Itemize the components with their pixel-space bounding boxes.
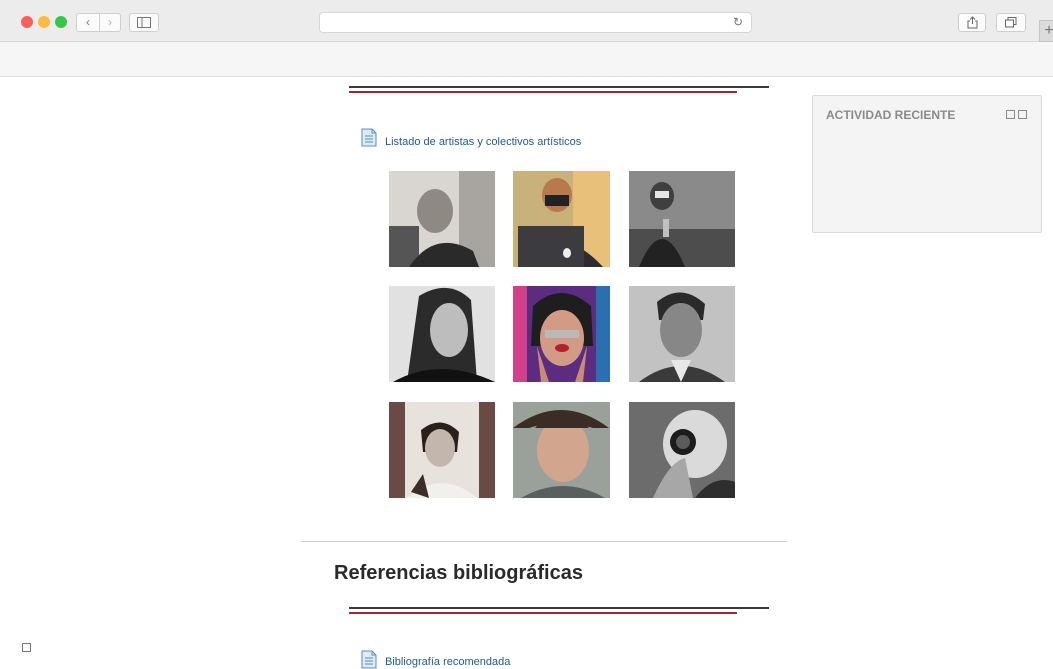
chevron-right-icon: › bbox=[108, 15, 112, 29]
share-button[interactable] bbox=[958, 13, 986, 32]
dock-block-icon[interactable] bbox=[1018, 110, 1027, 119]
artist-photo[interactable] bbox=[513, 171, 610, 267]
bibliography-heading: Referencias bibliográficas bbox=[334, 562, 583, 584]
artist-photo[interactable] bbox=[629, 171, 735, 267]
section-divider-bottom bbox=[349, 607, 769, 614]
plus-icon: + bbox=[1044, 22, 1053, 39]
zoom-window-button[interactable] bbox=[55, 16, 67, 28]
document-icon bbox=[361, 128, 377, 147]
minimize-window-button[interactable] bbox=[38, 16, 50, 28]
dock-toggle-icon[interactable] bbox=[22, 643, 31, 652]
new-tab-button[interactable]: + bbox=[1039, 20, 1053, 42]
chevron-left-icon: ‹ bbox=[86, 15, 90, 29]
document-icon bbox=[361, 650, 377, 669]
page-toolbar bbox=[0, 42, 1053, 77]
recent-activity-block: ACTIVIDAD RECIENTE bbox=[812, 95, 1042, 233]
sidebar-icon bbox=[137, 17, 151, 28]
back-button[interactable]: ‹ bbox=[76, 13, 100, 32]
reload-icon[interactable]: ↻ bbox=[733, 15, 743, 29]
tabs-icon bbox=[1005, 17, 1017, 28]
address-bar[interactable]: ↻ bbox=[319, 12, 752, 33]
artist-photo[interactable] bbox=[389, 171, 495, 267]
artist-photo[interactable] bbox=[629, 286, 735, 382]
recommended-bibliography-link[interactable]: Bibliografía recomendada bbox=[385, 656, 510, 668]
sidebar-toggle-button[interactable] bbox=[129, 13, 159, 32]
artist-photo[interactable] bbox=[513, 402, 610, 498]
share-icon bbox=[967, 16, 977, 29]
forward-button[interactable]: › bbox=[99, 13, 121, 32]
close-window-button[interactable] bbox=[21, 16, 33, 28]
artist-photo[interactable] bbox=[389, 402, 495, 498]
artists-list-link[interactable]: Listado de artistas y colectivos artísti… bbox=[385, 136, 581, 148]
collapse-block-icon[interactable] bbox=[1006, 110, 1015, 119]
show-tabs-button[interactable] bbox=[996, 13, 1026, 32]
artist-photo[interactable] bbox=[629, 402, 735, 498]
block-title: ACTIVIDAD RECIENTE bbox=[826, 108, 956, 122]
section-separator bbox=[301, 541, 787, 542]
artist-photo[interactable] bbox=[513, 286, 610, 382]
artist-photo[interactable] bbox=[389, 286, 495, 382]
section-divider-top bbox=[349, 86, 769, 93]
browser-titlebar: ‹ › ↻ + bbox=[0, 0, 1053, 42]
